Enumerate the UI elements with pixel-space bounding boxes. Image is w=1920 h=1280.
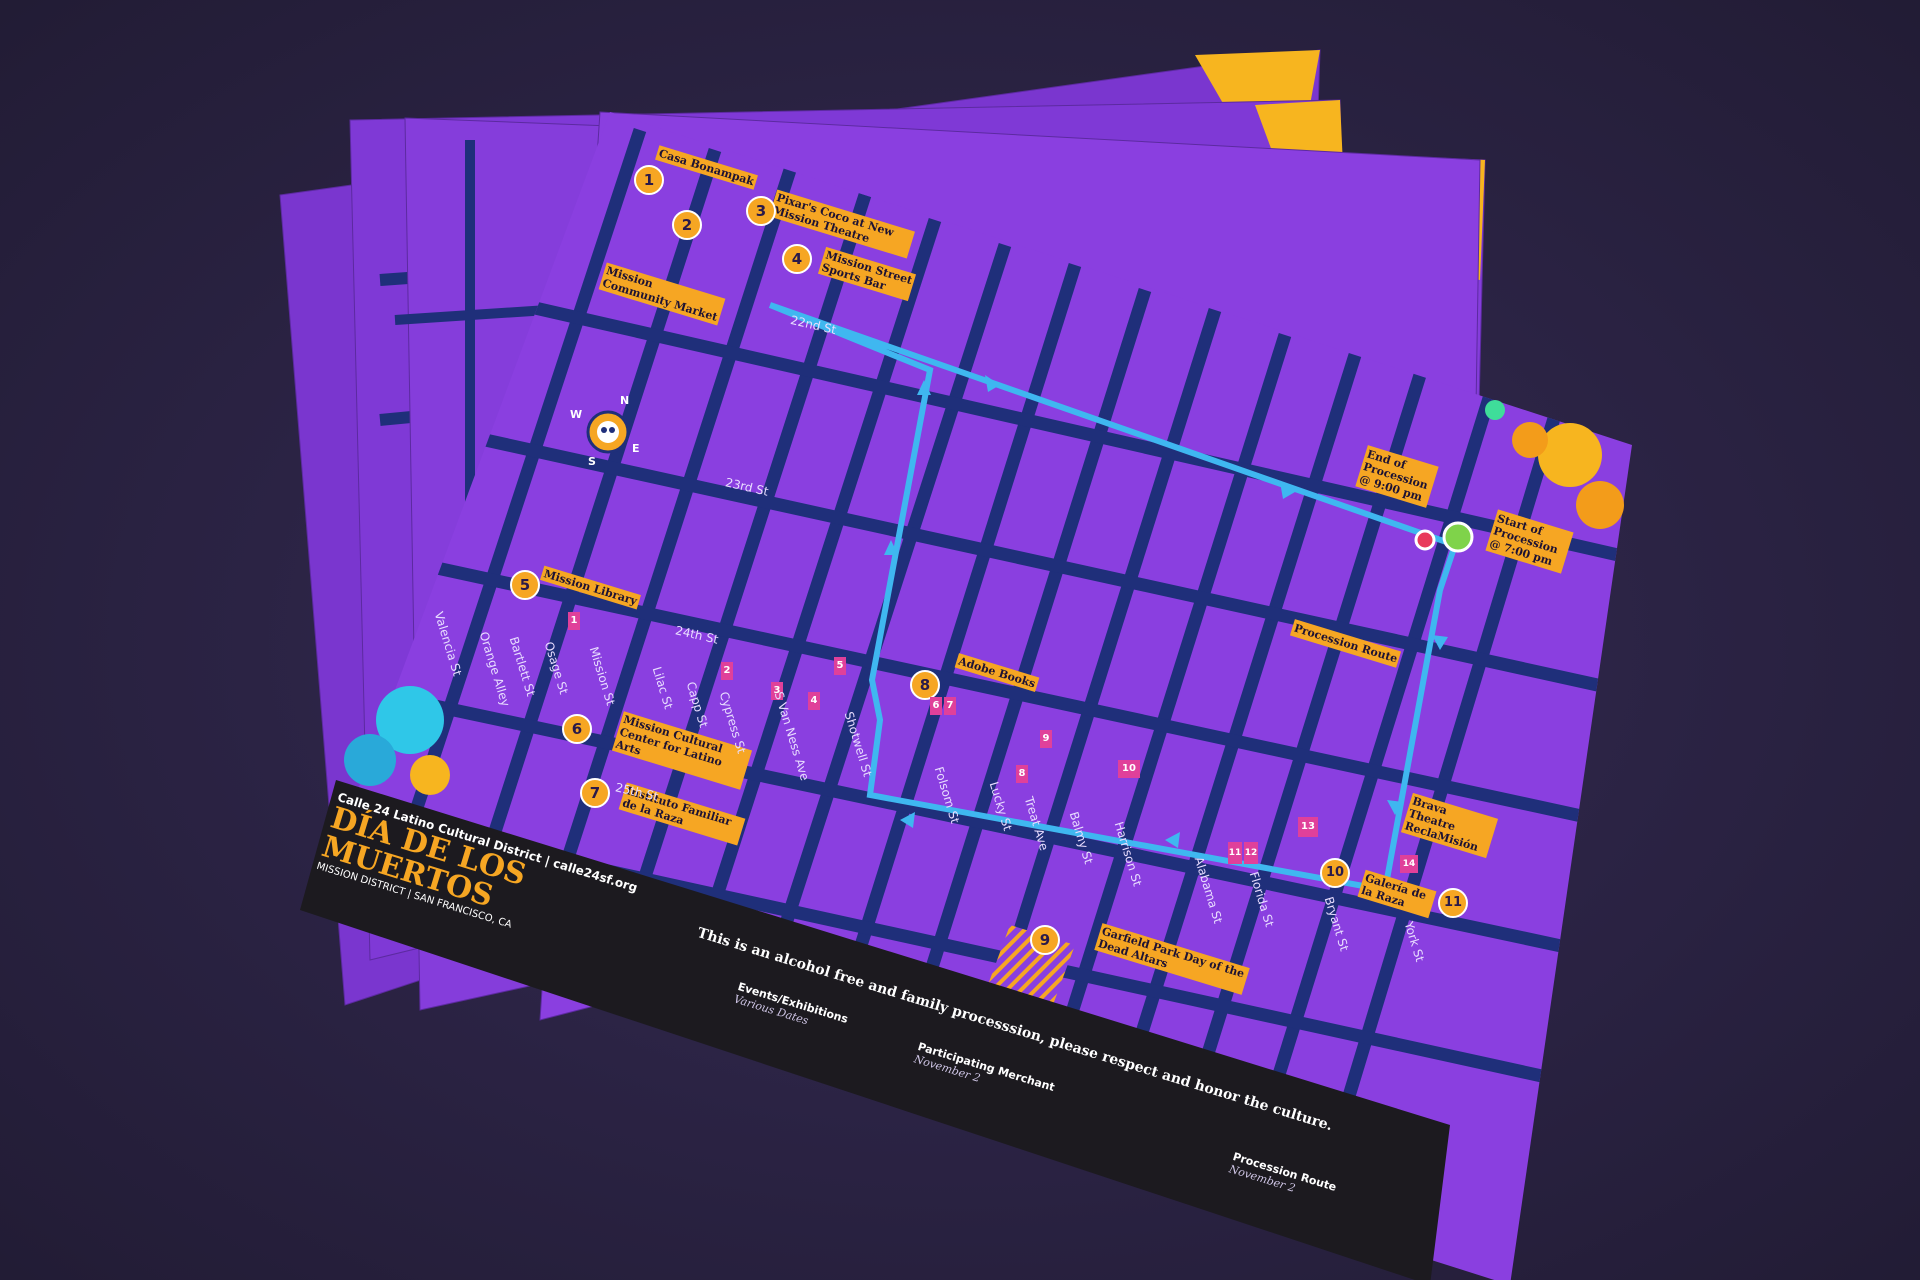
procession-start-marker (1442, 521, 1474, 553)
photo-scene (0, 0, 1920, 1280)
procession-end-marker (1414, 529, 1436, 551)
compass-rose (586, 410, 630, 454)
